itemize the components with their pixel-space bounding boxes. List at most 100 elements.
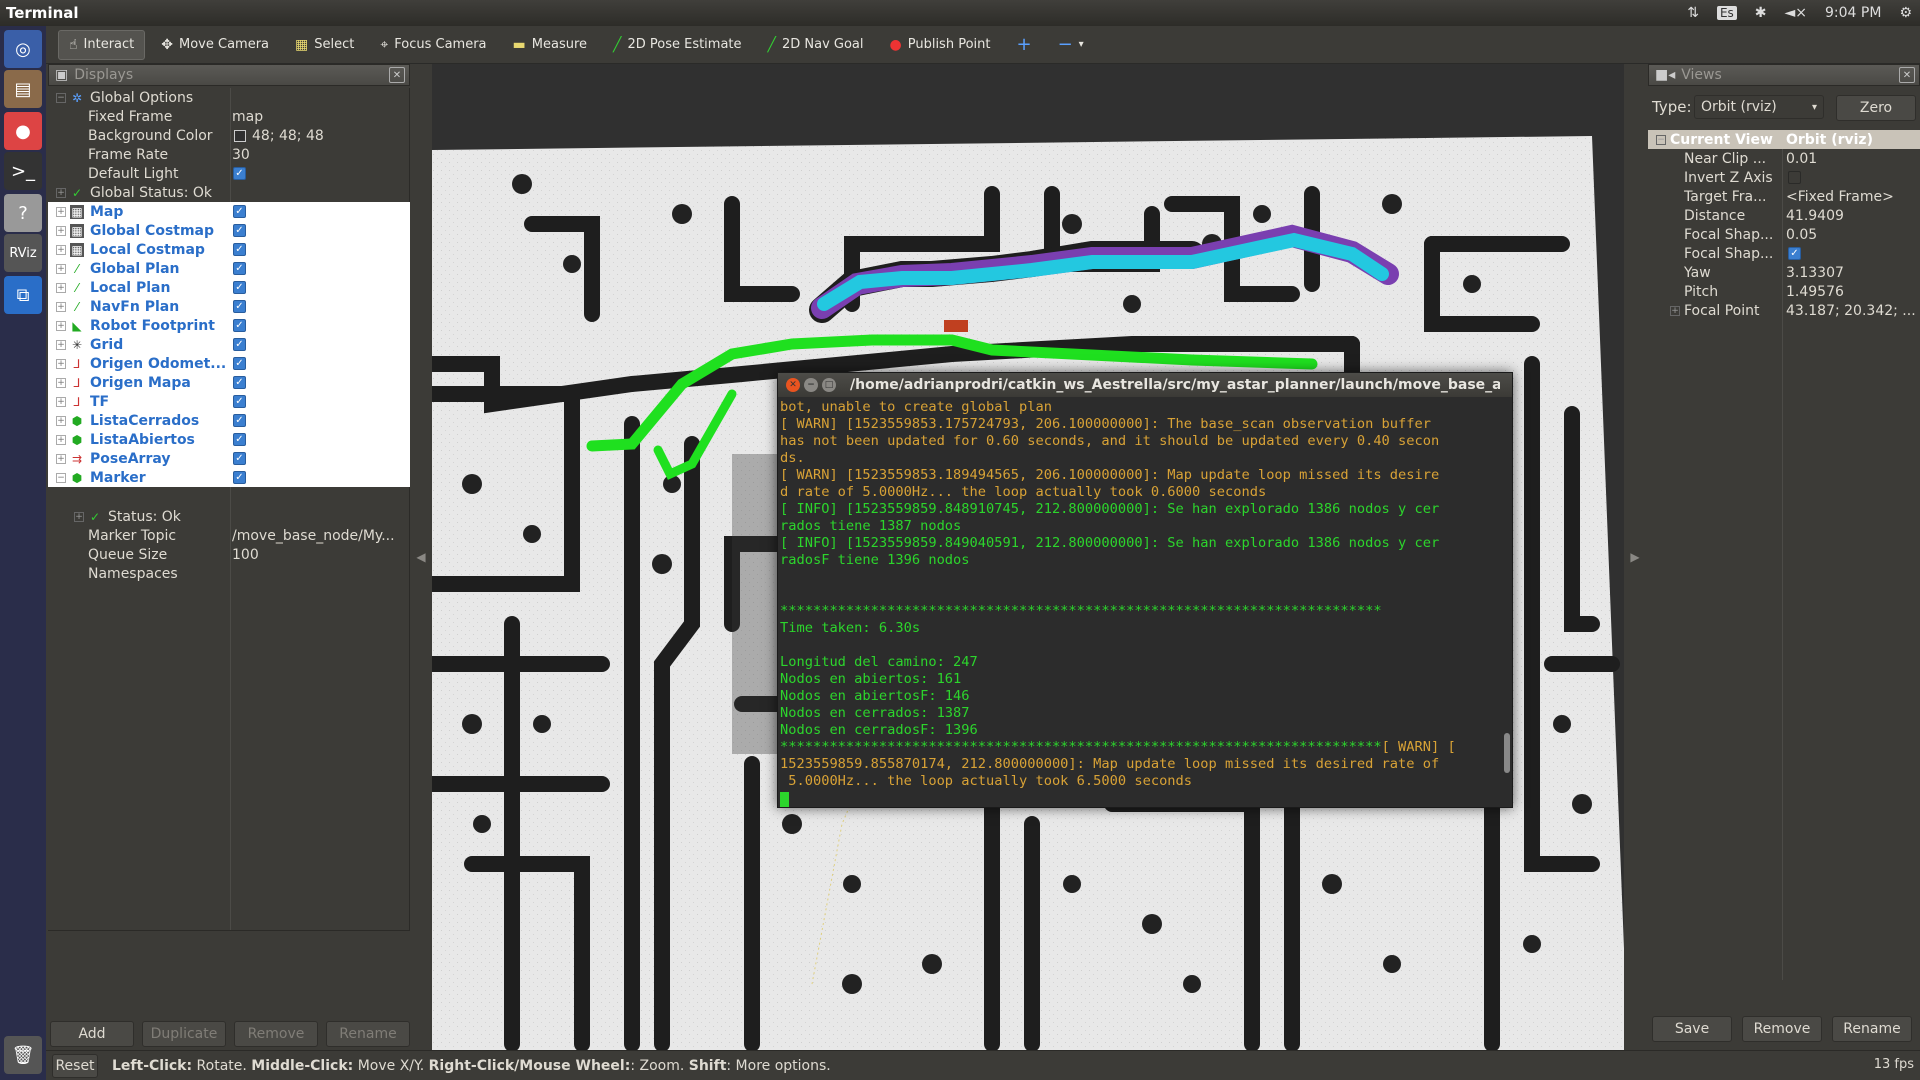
remove-display-button[interactable]: Remove	[234, 1021, 318, 1047]
add-display-button[interactable]: Add	[50, 1021, 134, 1047]
display-enabled-checkbox[interactable]: ✓	[233, 376, 246, 389]
display-enabled-checkbox[interactable]: ✓	[233, 433, 246, 446]
queue-size-row[interactable]: Queue Size 100	[48, 545, 410, 564]
volume-icon[interactable]: ◄×	[1785, 5, 1808, 21]
expand-icon[interactable]: +	[56, 396, 66, 407]
display-item-local-plan[interactable]: + ⁄ Local Plan ✓	[48, 278, 410, 297]
expand-icon[interactable]: +	[56, 453, 66, 464]
display-item-origen-mapa[interactable]: + ⅃ Origen Mapa ✓	[48, 373, 410, 392]
display-item-global-plan[interactable]: + ⁄ Global Plan ✓	[48, 259, 410, 278]
view-property-row[interactable]: Distance 41.9409	[1648, 206, 1920, 225]
display-enabled-checkbox[interactable]: ✓	[233, 205, 246, 218]
tool-2d-nav-goal[interactable]: ╱ 2D Nav Goal	[758, 30, 874, 60]
remove-view-button[interactable]: Remove	[1742, 1016, 1822, 1042]
background-color-row[interactable]: Background Color 48; 48; 48	[48, 126, 410, 145]
color-swatch[interactable]	[234, 129, 246, 142]
terminal-icon[interactable]: >_	[4, 152, 42, 190]
reset-button[interactable]: Reset	[52, 1053, 98, 1078]
property-value[interactable]: 30	[232, 147, 408, 163]
minimize-icon[interactable]: −	[804, 378, 818, 392]
property-value[interactable]: 0.01	[1786, 151, 1918, 167]
property-value[interactable]: 0.05	[1786, 227, 1918, 243]
expand-icon[interactable]: +	[56, 225, 66, 236]
display-item-grid[interactable]: + ✳ Grid ✓	[48, 335, 410, 354]
display-enabled-checkbox[interactable]: ✓	[233, 224, 246, 237]
file-manager-icon[interactable]: ▤	[4, 70, 42, 108]
close-icon[interactable]: ✕	[389, 67, 405, 83]
display-item-listacerrados[interactable]: + ⬢ ListaCerrados ✓	[48, 411, 410, 430]
ubuntu-logo-icon[interactable]: ◎	[4, 30, 42, 68]
global-options-row[interactable]: − ✲ Global Options	[48, 88, 410, 107]
collapse-icon[interactable]: −	[56, 472, 66, 483]
tool-measure[interactable]: ▬ Measure	[503, 30, 597, 60]
expand-icon[interactable]: +	[56, 320, 66, 331]
property-value[interactable]: 1.49576	[1786, 284, 1918, 300]
expand-icon[interactable]: +	[56, 434, 66, 445]
expand-icon[interactable]: +	[56, 244, 66, 255]
expand-icon[interactable]: +	[56, 377, 66, 388]
tool-interact[interactable]: ☝ Interact	[58, 29, 146, 60]
bluetooth-icon[interactable]: ✱	[1755, 5, 1767, 21]
property-value[interactable]: <Fixed Frame>	[1786, 189, 1918, 205]
collapse-icon[interactable]: −	[1656, 134, 1666, 145]
display-item-robot-footprint[interactable]: + ◣ Robot Footprint ✓	[48, 316, 410, 335]
display-enabled-checkbox[interactable]: ✓	[233, 281, 246, 294]
expand-icon[interactable]: +	[56, 301, 66, 312]
expand-icon[interactable]: +	[56, 339, 66, 350]
display-item-global-costmap[interactable]: + ▦ Global Costmap ✓	[48, 221, 410, 240]
display-enabled-checkbox[interactable]: ✓	[233, 338, 246, 351]
property-value[interactable]: 48; 48; 48	[232, 128, 408, 144]
property-value[interactable]: 100	[232, 547, 408, 563]
display-enabled-checkbox[interactable]: ✓	[233, 357, 246, 370]
network-icon[interactable]: ⇅	[1687, 5, 1699, 21]
clock[interactable]: 9:04 PM	[1825, 5, 1881, 21]
display-item-tf[interactable]: + ⅃ TF ✓	[48, 392, 410, 411]
expand-icon[interactable]: +	[56, 415, 66, 426]
view-property-row[interactable]: Focal Shap... 0.05	[1648, 225, 1920, 244]
property-value[interactable]: /move_base_node/My...	[232, 528, 408, 544]
view-property-row[interactable]: Target Fra... <Fixed Frame>	[1648, 187, 1920, 206]
view-type-select[interactable]: Orbit (rviz) ▾	[1694, 95, 1824, 119]
display-enabled-checkbox[interactable]: ✓	[233, 243, 246, 256]
current-view-row[interactable]: − Current View Orbit (rviz)	[1648, 130, 1920, 149]
display-enabled-checkbox[interactable]: ✓	[233, 452, 246, 465]
property-value[interactable]: 43.187; 20.342; ...	[1786, 303, 1918, 319]
display-enabled-checkbox[interactable]: ✓	[233, 319, 246, 332]
display-item-listaabiertos[interactable]: + ⬢ ListaAbiertos ✓	[48, 430, 410, 449]
view-property-row[interactable]: Yaw 3.13307	[1648, 263, 1920, 282]
keyboard-layout-indicator[interactable]: Es	[1716, 6, 1737, 20]
tool-select[interactable]: ▦ Select	[285, 30, 364, 60]
marker-status-row[interactable]: + ✓ Status: Ok	[48, 507, 410, 526]
expand-icon[interactable]: +	[56, 206, 66, 217]
maximize-icon[interactable]: □	[822, 378, 836, 392]
view-property-row[interactable]: Focal Shap... ✓	[1648, 244, 1920, 263]
invert-z-checkbox[interactable]	[1788, 171, 1801, 184]
rviz-icon[interactable]: RViz	[4, 234, 42, 272]
display-item-map[interactable]: + ▦ Map ✓	[48, 202, 410, 221]
display-enabled-checkbox[interactable]: ✓	[233, 414, 246, 427]
display-enabled-checkbox[interactable]: ✓	[233, 395, 246, 408]
display-item-navfn-plan[interactable]: + ⁄ NavFn Plan ✓	[48, 297, 410, 316]
zero-button[interactable]: Zero	[1836, 95, 1916, 121]
collapse-icon[interactable]: −	[56, 92, 66, 103]
help-icon[interactable]: ?	[4, 194, 42, 232]
duplicate-display-button[interactable]: Duplicate	[142, 1021, 226, 1047]
display-item-local-costmap[interactable]: + ▦ Local Costmap ✓	[48, 240, 410, 259]
expand-icon[interactable]: +	[1670, 305, 1680, 316]
render-view[interactable]: ✕ − □ /home/adrianprodri/catkin_ws_Aestr…	[432, 64, 1624, 1050]
frame-rate-row[interactable]: Frame Rate 30	[48, 145, 410, 164]
view-property-row[interactable]: Near Clip ... 0.01	[1648, 149, 1920, 168]
property-value[interactable]: map	[232, 109, 408, 125]
terminal-output[interactable]: bot, unable to create global plan[ WARN]…	[780, 399, 1500, 807]
tool-move-camera[interactable]: ✥ Move Camera	[151, 30, 279, 60]
chrome-icon[interactable]: ●	[4, 112, 42, 150]
rename-display-button[interactable]: Rename	[326, 1021, 410, 1047]
add-tool-button[interactable]: +	[1006, 30, 1041, 60]
property-value[interactable]: 41.9409	[1786, 208, 1918, 224]
property-value[interactable]: 3.13307	[1786, 265, 1918, 281]
trash-icon[interactable]: 🗑	[4, 1036, 42, 1074]
tool-2d-pose-estimate[interactable]: ╱ 2D Pose Estimate	[603, 30, 752, 60]
display-item-marker[interactable]: − ⬢ Marker ✓	[48, 468, 410, 487]
rename-view-button[interactable]: Rename	[1832, 1016, 1912, 1042]
global-status-row[interactable]: + ✓ Global Status: Ok	[48, 183, 410, 202]
